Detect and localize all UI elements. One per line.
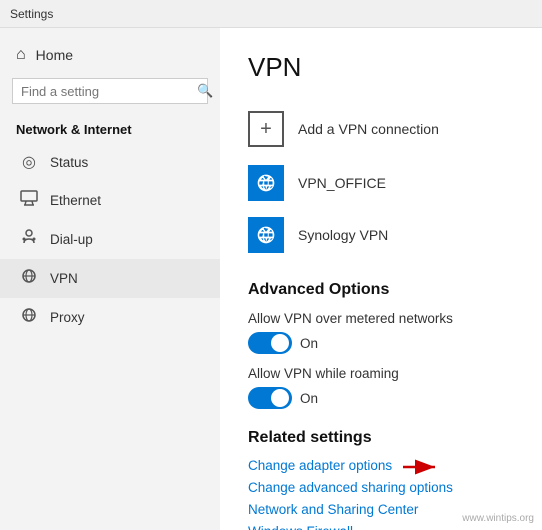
- toggle-roaming-label: Allow VPN while roaming: [248, 366, 514, 381]
- windows-firewall-link[interactable]: Windows Firewall: [248, 524, 514, 530]
- red-arrow-annotation: [403, 456, 443, 478]
- sidebar-item-proxy[interactable]: Proxy: [0, 298, 220, 337]
- vpn-office-icon-box: [248, 165, 284, 201]
- sidebar-item-label-dialup: Dial-up: [50, 232, 93, 247]
- search-icon[interactable]: 🔍: [197, 83, 213, 99]
- sidebar-item-vpn[interactable]: VPN: [0, 259, 220, 298]
- toggle-metered-status: On: [300, 336, 318, 351]
- sidebar-item-status[interactable]: ◎ Status: [0, 143, 220, 181]
- dialup-icon: [20, 229, 38, 250]
- related-settings-title: Related settings: [248, 429, 514, 447]
- titlebar-label: Settings: [10, 7, 53, 21]
- vpn-connection-synology[interactable]: Synology VPN: [248, 209, 514, 261]
- synology-vpn-icon-box: [248, 217, 284, 253]
- vpn-connection-vpn-office[interactable]: VPN_OFFICE: [248, 157, 514, 209]
- add-vpn-label: Add a VPN connection: [298, 121, 439, 137]
- vpn-icon: [20, 268, 38, 289]
- vpn-office-name: VPN_OFFICE: [298, 175, 386, 191]
- synology-vpn-icon: [256, 225, 276, 245]
- sidebar-section-label: Network & Internet: [0, 114, 220, 143]
- sidebar-item-dialup[interactable]: Dial-up: [0, 220, 220, 259]
- main-content: VPN + Add a VPN connection VPN_OFFICE: [220, 28, 542, 530]
- sidebar-item-home[interactable]: ⌂ Home: [0, 38, 220, 72]
- sidebar-item-label-vpn: VPN: [50, 271, 78, 286]
- home-icon: ⌂: [16, 46, 26, 64]
- ethernet-icon: [20, 190, 38, 211]
- advanced-options-title: Advanced Options: [248, 281, 514, 299]
- content-wrapper: VPN + Add a VPN connection VPN_OFFICE: [248, 52, 514, 530]
- sidebar-home-label: Home: [36, 47, 73, 63]
- synology-vpn-name: Synology VPN: [298, 227, 388, 243]
- toggle-roaming-row: Allow VPN while roaming On: [248, 366, 514, 409]
- sidebar-item-ethernet[interactable]: Ethernet: [0, 181, 220, 220]
- toggle-roaming[interactable]: [248, 387, 292, 409]
- sidebar: ⌂ Home 🔍 Network & Internet ◎ Status Eth: [0, 28, 220, 530]
- watermark: www.wintips.org: [462, 513, 534, 524]
- add-vpn-icon: +: [248, 111, 284, 147]
- sidebar-item-label-proxy: Proxy: [50, 310, 85, 325]
- change-adapter-options-link[interactable]: Change adapter options: [248, 458, 392, 473]
- page-title: VPN: [248, 52, 514, 83]
- adapter-link-wrapper: Change adapter options: [248, 458, 392, 480]
- add-vpn-button[interactable]: + Add a VPN connection: [248, 101, 514, 157]
- sidebar-search-box[interactable]: 🔍: [12, 78, 208, 104]
- sidebar-item-label-ethernet: Ethernet: [50, 193, 101, 208]
- toggle-roaming-container: On: [248, 387, 514, 409]
- toggle-metered-label: Allow VPN over metered networks: [248, 311, 514, 326]
- toggle-roaming-status: On: [300, 391, 318, 406]
- toggle-metered-container: On: [248, 332, 514, 354]
- search-input[interactable]: [21, 84, 197, 99]
- toggle-metered[interactable]: [248, 332, 292, 354]
- proxy-icon: [20, 307, 38, 328]
- vpn-office-icon: [256, 173, 276, 193]
- toggle-metered-row: Allow VPN over metered networks On: [248, 311, 514, 354]
- status-icon: ◎: [20, 152, 38, 172]
- change-advanced-sharing-link[interactable]: Change advanced sharing options: [248, 480, 514, 495]
- sidebar-item-label-status: Status: [50, 155, 88, 170]
